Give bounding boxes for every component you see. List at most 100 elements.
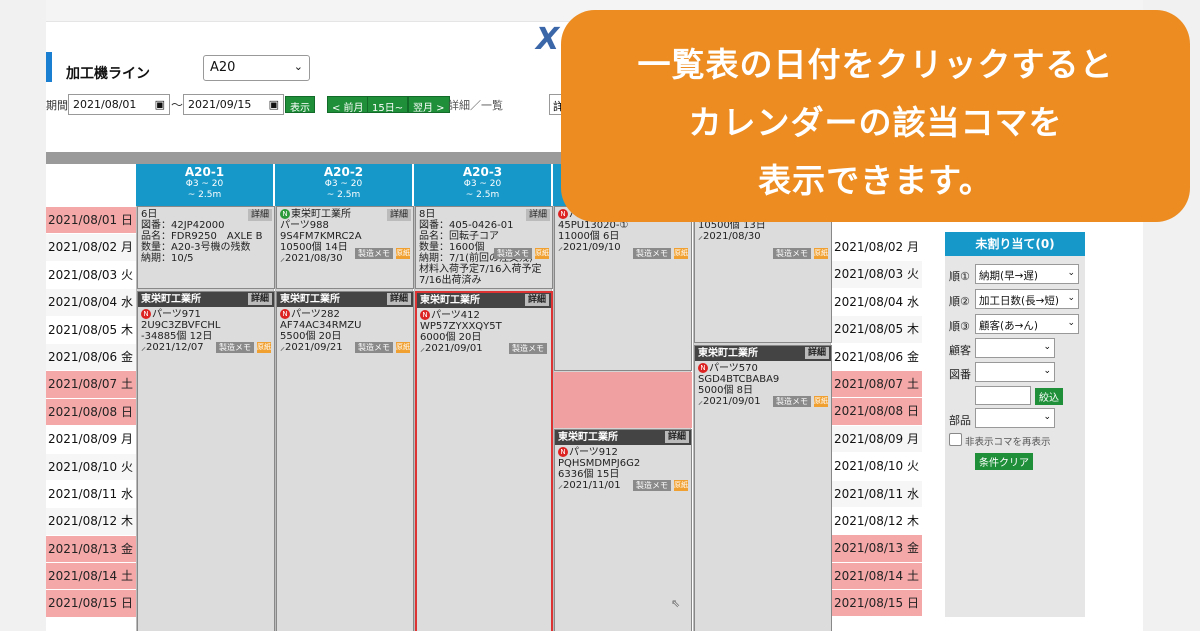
- date-row[interactable]: 2021/08/08 日: [832, 398, 922, 426]
- job-card-selected[interactable]: 東栄町工業所 詳細 N パーツ412 WP57ZYXXQY5T 6000個 20日 …: [415, 291, 553, 631]
- customer-select[interactable]: ⌄: [975, 338, 1055, 358]
- original-badge[interactable]: 原紙: [396, 342, 410, 353]
- sort1-select[interactable]: 納期(早→遅) ⌄: [975, 264, 1079, 284]
- date-row[interactable]: 2021/08/10 火: [832, 453, 922, 481]
- detail-tag[interactable]: 詳細: [524, 294, 549, 306]
- date-row[interactable]: 2021/08/03 火: [832, 261, 922, 289]
- job-card[interactable]: SGD4BTCBABA9 10500個 13日 ⸝2021/08/30 製造メモ…: [694, 206, 832, 343]
- drawing-select[interactable]: ⌄: [975, 362, 1055, 382]
- original-badge[interactable]: 原紙: [814, 396, 828, 407]
- detail-tag[interactable]: 詳細: [664, 431, 689, 443]
- card-company: 東栄町工業所: [558, 432, 618, 443]
- prev-month-button[interactable]: < 前月: [327, 96, 369, 114]
- date-row[interactable]: 2021/08/05 木: [832, 316, 922, 344]
- job-card[interactable]: N 東栄町工業所 パーツ988 9S4FM7KMRC2A 10500個 14日 ⸝…: [276, 206, 414, 289]
- original-badge[interactable]: 原紙: [814, 248, 828, 259]
- mouse-cursor-icon: ⇖: [671, 597, 681, 610]
- date-row[interactable]: 2021/08/10 火: [46, 453, 136, 481]
- date-to-value: 2021/09/15: [188, 98, 252, 111]
- lane-a20-1: 詳細 6日 図番：42JP42000 品名：FDR9250 AXLE B 数量：…: [136, 206, 275, 631]
- chevron-down-icon: ⌄: [1043, 342, 1051, 352]
- job-card[interactable]: 東栄町工業所 詳細 N パーツ282 AF74AC34RMZU 5500個 20日 …: [276, 291, 414, 631]
- original-badge[interactable]: 原紙: [674, 480, 688, 491]
- original-badge[interactable]: 原紙: [396, 248, 410, 259]
- card-body: パーツ570 SGD4BTCBABA9 5000個 8日 ⸝2021/09/01: [698, 363, 780, 407]
- date-from-input[interactable]: 2021/08/01 ▣: [68, 94, 170, 115]
- date-row[interactable]: 2021/08/01 日: [46, 207, 136, 235]
- date-row[interactable]: 2021/08/06 金: [46, 343, 136, 372]
- date-to-input[interactable]: 2021/09/15 ▣: [183, 94, 284, 115]
- mid-month-button[interactable]: 15日~: [367, 96, 409, 114]
- date-row[interactable]: 2021/08/14 土: [832, 562, 922, 591]
- job-card[interactable]: Nパーツ... 45PU13020-① 11000個 6日 ⸝2021/09/1…: [554, 206, 692, 371]
- date-row[interactable]: 2021/08/05 木: [46, 316, 136, 344]
- drawing-input[interactable]: [975, 386, 1031, 405]
- callout-line-1: 一覧表の日付をクリックすると: [637, 45, 1114, 84]
- next-month-button[interactable]: 翌月 >: [408, 96, 450, 114]
- memo-button[interactable]: 製造メモ: [509, 343, 547, 354]
- detail-tag[interactable]: 詳細: [525, 209, 550, 221]
- date-row[interactable]: 2021/08/09 月: [832, 425, 922, 454]
- original-badge[interactable]: 原紙: [535, 248, 549, 259]
- job-card[interactable]: 詳細 6日 図番：42JP42000 品名：FDR9250 AXLE B 数量：…: [137, 206, 275, 289]
- company-logo: X: [536, 22, 560, 57]
- memo-button[interactable]: 製造メモ: [773, 248, 811, 259]
- detail-tag[interactable]: 詳細: [386, 209, 411, 221]
- memo-button[interactable]: 製造メモ: [355, 342, 393, 353]
- date-row[interactable]: 2021/08/02 月: [46, 234, 136, 262]
- memo-button[interactable]: 製造メモ: [633, 480, 671, 491]
- job-card[interactable]: 東栄町工業所 詳細 N パーツ570 SGD4BTCBABA9 5000個 8日 ⸝…: [694, 345, 832, 631]
- memo-button[interactable]: 製造メモ: [494, 248, 532, 259]
- memo-button[interactable]: 製造メモ: [216, 342, 254, 353]
- date-row[interactable]: 2021/08/11 水: [832, 480, 922, 508]
- original-badge[interactable]: 原紙: [257, 342, 271, 353]
- hidden-toggle-checkbox[interactable]: [949, 433, 962, 446]
- unassigned-panel: 未割り当て(0) 順① 納期(早→遅) ⌄ 順② 加工日数(長→短) ⌄ 順③ 顧客…: [945, 232, 1085, 617]
- detail-tag[interactable]: 詳細: [386, 293, 411, 305]
- part-select[interactable]: ⌄: [975, 408, 1055, 428]
- date-row[interactable]: 2021/08/13 金: [46, 535, 136, 564]
- date-row[interactable]: 2021/08/15 日: [46, 590, 136, 618]
- date-row[interactable]: 2021/08/12 木: [46, 508, 136, 536]
- date-row[interactable]: 2021/08/12 木: [832, 507, 922, 536]
- date-row[interactable]: 2021/08/08 日: [46, 398, 136, 427]
- job-card[interactable]: 詳細 8日 図番：405-0426-01 品名：回転子コア 数量：1600個 納…: [415, 206, 553, 289]
- original-badge[interactable]: 原紙: [674, 248, 688, 259]
- date-row[interactable]: 2021/08/04 水: [832, 288, 922, 317]
- sort3-label: 順③: [949, 320, 970, 333]
- date-row[interactable]: 2021/08/06 金: [832, 343, 922, 371]
- date-row[interactable]: 2021/08/09 月: [46, 426, 136, 454]
- date-from-value: 2021/08/01: [73, 98, 137, 111]
- calendar-icon[interactable]: ▣: [269, 98, 279, 111]
- detail-tag[interactable]: 詳細: [247, 209, 272, 221]
- date-row[interactable]: 2021/08/15 日: [832, 590, 922, 618]
- sort2-select[interactable]: 加工日数(長→短) ⌄: [975, 289, 1079, 309]
- date-row[interactable]: 2021/08/04 水: [46, 289, 136, 317]
- panel-title: 未割り当て(0): [945, 232, 1085, 256]
- job-card[interactable]: 東栄町工業所 詳細 N パーツ971 2U9C3ZBVFCHL -34885個 12…: [137, 291, 275, 631]
- clear-button[interactable]: 条件クリア: [975, 453, 1033, 470]
- date-row[interactable]: 2021/08/13 金: [832, 535, 922, 563]
- memo-button[interactable]: 製造メモ: [355, 248, 393, 259]
- date-row[interactable]: 2021/08/07 土: [46, 371, 136, 399]
- detail-tag[interactable]: 詳細: [804, 347, 829, 359]
- column-length: ~ 2.5m: [465, 190, 500, 200]
- new-badge-icon: N: [420, 310, 430, 320]
- date-row[interactable]: 2021/08/14 土: [46, 563, 136, 591]
- calendar-icon[interactable]: ▣: [155, 98, 165, 111]
- date-row[interactable]: 2021/08/03 火: [46, 261, 136, 290]
- search-button[interactable]: 絞込: [1035, 388, 1063, 405]
- show-button[interactable]: 表示: [285, 96, 315, 114]
- memo-button[interactable]: 製造メモ: [633, 248, 671, 259]
- sort3-select[interactable]: 顧客(あ→ん) ⌄: [975, 314, 1079, 334]
- column-length: ~ 2.5m: [326, 190, 361, 200]
- date-row[interactable]: 2021/08/11 水: [46, 480, 136, 509]
- date-row[interactable]: 2021/08/02 月: [832, 234, 922, 262]
- memo-button[interactable]: 製造メモ: [773, 396, 811, 407]
- line-select[interactable]: A20 ⌄: [203, 55, 310, 81]
- date-tilde: ～: [171, 98, 184, 112]
- new-badge-icon: N: [698, 363, 708, 373]
- column-range: Φ3 ~ 20: [324, 179, 363, 189]
- date-row[interactable]: 2021/08/07 土: [832, 370, 922, 399]
- detail-tag[interactable]: 詳細: [247, 293, 272, 305]
